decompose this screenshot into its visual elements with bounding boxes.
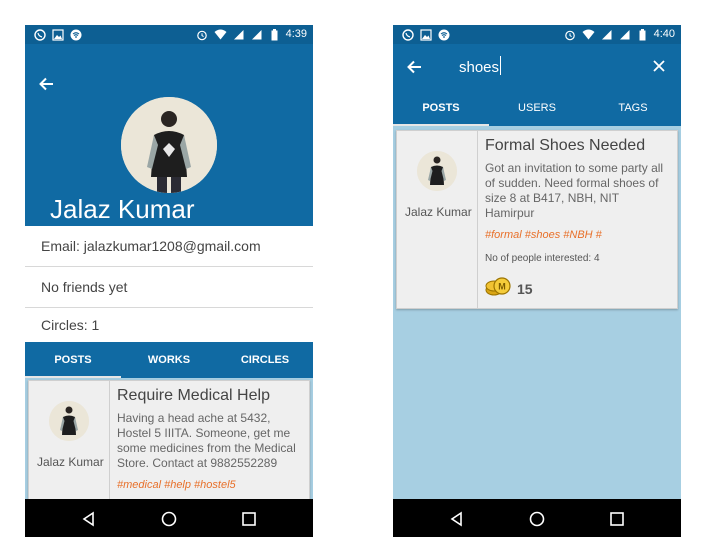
phone-profile-screen: 4:39 Jalaz Kumar Email: jalazkumar1208@g…: [25, 25, 313, 537]
home-circle-icon[interactable]: [529, 511, 545, 527]
author-name: Jalaz Kumar: [37, 455, 104, 469]
post-title: Formal Shoes Needed: [485, 137, 646, 154]
back-triangle-icon[interactable]: [81, 511, 97, 527]
post-tags[interactable]: #medical #help #hostel5: [117, 479, 303, 491]
coins-icon: M: [485, 275, 511, 302]
hotspot-icon: [69, 28, 82, 41]
battery-icon: [636, 28, 649, 41]
interested-count: No of people interested: 4: [485, 253, 600, 264]
home-circle-icon[interactable]: [161, 511, 177, 527]
text-cursor: [500, 56, 501, 75]
back-triangle-icon[interactable]: [449, 511, 465, 527]
alarm-icon: [196, 28, 209, 41]
back-arrow-icon[interactable]: [37, 74, 57, 94]
email-row: Email: jalazkumar1208@gmail.com: [25, 226, 313, 267]
tab-tags[interactable]: TAGS: [585, 90, 681, 126]
status-time: 4:40: [653, 28, 675, 40]
alarm-icon: [564, 28, 577, 41]
search-tabs: POSTS USERS TAGS: [393, 90, 681, 126]
post-tags[interactable]: #formal #shoes #NBH #: [485, 229, 671, 241]
search-input[interactable]: [457, 54, 641, 80]
image-icon: [51, 28, 64, 41]
post-author[interactable]: Jalaz Kumar: [397, 131, 478, 308]
back-arrow-icon[interactable]: [405, 57, 425, 77]
profile-avatar[interactable]: [121, 97, 217, 193]
tab-works[interactable]: WORKS: [121, 342, 217, 378]
circles-row[interactable]: Circles: 1: [25, 308, 313, 343]
profile-tabs: POSTS WORKS CIRCLES: [25, 342, 313, 378]
tab-users[interactable]: USERS: [489, 90, 585, 126]
status-bar: 4:40: [393, 25, 681, 44]
signal-icon: [600, 28, 613, 41]
author-avatar: [49, 401, 89, 441]
wifi-icon: [214, 28, 227, 41]
circles-text: Circles: 1: [41, 317, 100, 333]
post-description: Having a head ache at 5432, Hostel 5 III…: [117, 411, 296, 470]
friends-text: No friends yet: [41, 279, 128, 295]
coins-reward: M 15: [485, 275, 533, 302]
image-icon: [419, 28, 432, 41]
svg-text:M: M: [498, 282, 506, 292]
profile-name: Jalaz Kumar: [50, 194, 195, 224]
signal-icon-2: [618, 28, 631, 41]
nav-bar: [25, 499, 313, 537]
whatsapp-icon: [401, 28, 414, 41]
author-name: Jalaz Kumar: [405, 205, 472, 219]
author-avatar: [417, 151, 457, 191]
friends-row[interactable]: No friends yet: [25, 267, 313, 308]
hotspot-icon: [437, 28, 450, 41]
post-title: Require Medical Help: [117, 387, 270, 404]
search-header: [393, 44, 681, 90]
nav-bar: [393, 499, 681, 537]
battery-icon: [268, 28, 281, 41]
post-description: Got an invitation to some party all of s…: [485, 161, 664, 220]
tab-circles[interactable]: CIRCLES: [217, 342, 313, 378]
signal-icon: [232, 28, 245, 41]
recents-square-icon[interactable]: [241, 511, 257, 527]
wifi-icon: [582, 28, 595, 41]
signal-icon-2: [250, 28, 263, 41]
profile-header: Jalaz Kumar: [25, 44, 313, 226]
whatsapp-icon: [33, 28, 46, 41]
close-icon[interactable]: [651, 58, 667, 74]
status-time: 4:39: [285, 28, 307, 40]
status-bar: 4:39: [25, 25, 313, 44]
tab-posts[interactable]: POSTS: [393, 90, 489, 126]
tab-posts[interactable]: POSTS: [25, 342, 121, 378]
post-card[interactable]: Jalaz Kumar Formal Shoes Needed Got an i…: [396, 130, 678, 309]
recents-square-icon[interactable]: [609, 511, 625, 527]
coins-count: 15: [517, 280, 533, 297]
email-text: Email: jalazkumar1208@gmail.com: [41, 238, 261, 254]
phone-search-screen: 4:40 POSTS USERS TAGS Jalaz Kumar Formal…: [393, 25, 681, 537]
